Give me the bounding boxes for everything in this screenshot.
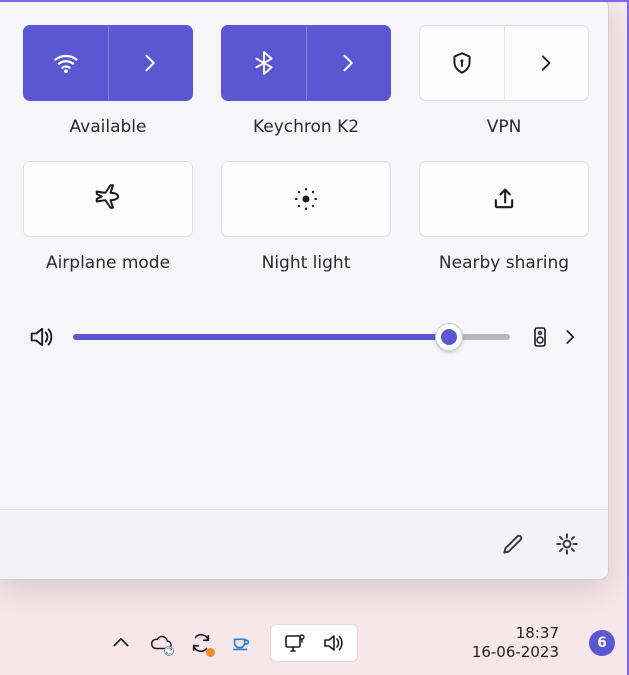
speaker-device-icon — [528, 325, 552, 349]
vpn-toggle[interactable] — [420, 26, 504, 100]
clock-time: 18:37 — [472, 624, 559, 643]
clock-date: 16-06-2023 — [472, 643, 559, 662]
bluetooth-tile: Keychron K2 — [221, 25, 391, 137]
share-icon — [490, 185, 518, 213]
tray-overflow-button[interactable] — [110, 632, 132, 654]
volume-slider[interactable] — [73, 325, 510, 349]
nearby-share-label: Nearby sharing — [439, 253, 569, 273]
quick-settings-grid: Available Keychron K2 — [23, 25, 584, 273]
airplane-tile: Airplane mode — [23, 161, 193, 273]
night-light-label: Night light — [262, 253, 351, 273]
chevron-right-icon — [140, 52, 162, 74]
audio-output-button[interactable] — [528, 325, 580, 349]
wifi-label: Available — [70, 117, 147, 137]
wifi-toggle[interactable] — [24, 26, 108, 100]
wifi-expand[interactable] — [108, 26, 192, 100]
caffeine-icon[interactable] — [230, 632, 252, 654]
sound-icon[interactable] — [27, 323, 55, 351]
settings-button[interactable] — [554, 531, 582, 559]
bluetooth-expand[interactable] — [306, 26, 390, 100]
sync-icon[interactable] — [190, 632, 212, 654]
nearby-share-button[interactable] — [419, 161, 589, 237]
vpn-tile: VPN — [419, 25, 589, 137]
volume-row — [0, 283, 608, 361]
bluetooth-icon — [251, 50, 277, 76]
airplane-button[interactable] — [23, 161, 193, 237]
taskbar: 18:37 16-06-2023 6 — [0, 611, 629, 675]
sound-icon — [321, 631, 345, 655]
night-light-button[interactable] — [221, 161, 391, 237]
night-light-tile: Night light — [221, 161, 391, 273]
notification-badge[interactable]: 6 — [589, 630, 615, 656]
quick-settings-panel: Available Keychron K2 — [0, 0, 609, 580]
wifi-button[interactable] — [23, 25, 193, 101]
bluetooth-toggle[interactable] — [222, 26, 306, 100]
nearby-share-tile: Nearby sharing — [419, 161, 589, 273]
chevron-right-icon — [338, 52, 360, 74]
night-light-icon — [292, 185, 320, 213]
network-icon — [283, 631, 307, 655]
quick-settings-footer — [0, 509, 608, 579]
shield-lock-icon — [449, 50, 475, 76]
bluetooth-label: Keychron K2 — [253, 117, 359, 137]
wifi-icon — [52, 49, 80, 77]
vpn-label: VPN — [487, 117, 522, 137]
airplane-label: Airplane mode — [46, 253, 170, 273]
taskbar-clock[interactable]: 18:37 16-06-2023 — [472, 624, 559, 662]
airplane-icon — [93, 184, 123, 214]
vpn-button[interactable] — [419, 25, 589, 101]
vpn-expand[interactable] — [504, 26, 588, 100]
chevron-right-icon — [562, 328, 580, 346]
chevron-right-icon — [537, 53, 557, 73]
edit-button[interactable] — [500, 531, 528, 559]
wifi-tile: Available — [23, 25, 193, 137]
onedrive-icon[interactable] — [150, 632, 172, 654]
system-tray-chip[interactable] — [270, 624, 358, 662]
bluetooth-button[interactable] — [221, 25, 391, 101]
